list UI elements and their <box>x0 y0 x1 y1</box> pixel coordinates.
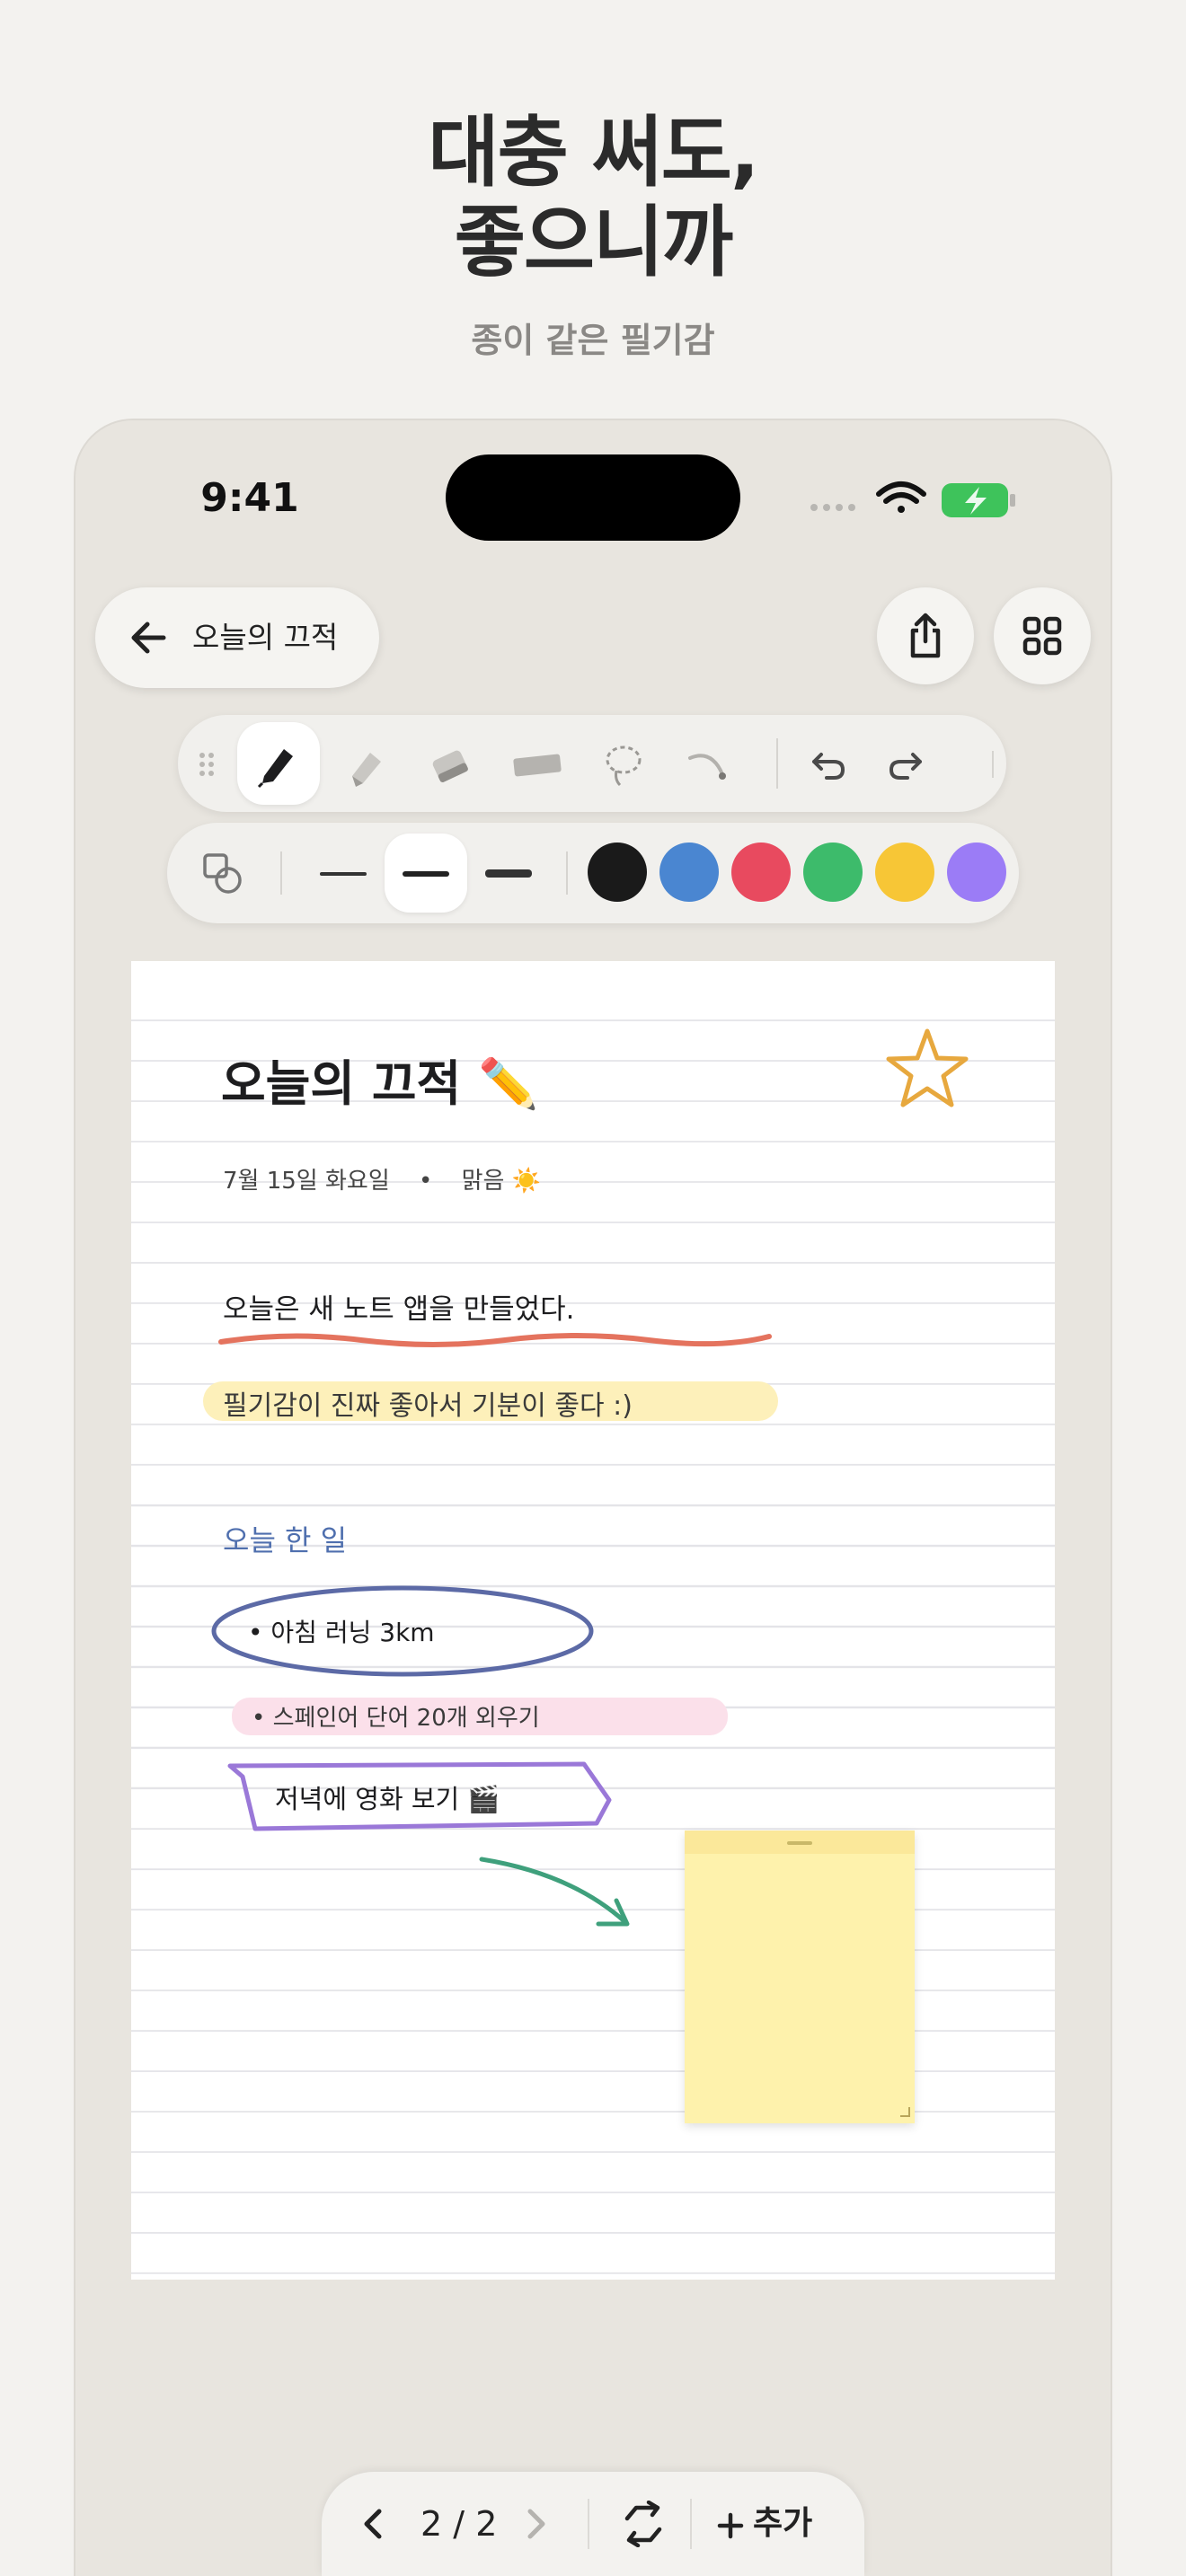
drawing-toolbar <box>178 715 1006 812</box>
current-page: 2 <box>420 2504 443 2544</box>
grid-icon <box>1022 616 1062 656</box>
note-title: 오늘의 끄적 ✏️ <box>221 1044 538 1115</box>
redo-icon[interactable] <box>884 742 927 785</box>
color-swatch[interactable] <box>731 842 791 902</box>
headline-line-2: 좋으니까 <box>454 198 733 287</box>
status-icons <box>810 481 1015 517</box>
todo-1: • 아침 러닝 3km <box>248 1618 435 1647</box>
toolbar-divider-end <box>992 751 994 778</box>
tool-pen[interactable] <box>237 722 320 805</box>
signal-icon <box>810 504 855 511</box>
plus-icon <box>717 2512 744 2539</box>
clapper-emoji: 🎬 <box>467 1784 500 1814</box>
wavy-underline <box>218 1333 772 1347</box>
note-line-2: 필기감이 진짜 좋아서 기분이 좋다 :) <box>223 1390 633 1422</box>
marker-icon <box>352 753 381 787</box>
page-separator: / <box>453 2504 465 2544</box>
battery-icon <box>942 483 1015 517</box>
shapes-icon[interactable] <box>201 851 246 896</box>
arrow-left-icon <box>131 622 166 654</box>
todo-3: 저녁에 영화 보기 🎬 <box>275 1778 500 1816</box>
pencil-emoji: ✏️ <box>478 1055 539 1112</box>
tool-eraser[interactable] <box>410 722 492 805</box>
status-time: 9:41 <box>200 475 299 521</box>
stroke-medium-button[interactable] <box>385 834 467 913</box>
chevron-left-icon[interactable] <box>361 2508 385 2540</box>
page-indicator: 2 / 2 <box>420 2472 497 2576</box>
color-swatch[interactable] <box>659 842 719 902</box>
color-swatch[interactable] <box>875 842 934 902</box>
color-swatch[interactable] <box>588 842 647 902</box>
pen-options-bar <box>167 823 1019 923</box>
todo-2: • 스페인어 단어 20개 외우기 <box>252 1705 540 1732</box>
options-divider <box>280 851 282 895</box>
sticky-note[interactable] <box>685 1831 915 2123</box>
tool-curve[interactable] <box>668 722 751 805</box>
share-icon <box>910 613 941 658</box>
curve-icon <box>688 754 726 780</box>
tape-icon <box>513 754 562 777</box>
add-page-button[interactable]: 추가 <box>717 2472 812 2576</box>
eraser-icon <box>432 750 468 782</box>
sticky-drag-handle[interactable] <box>787 1841 812 1845</box>
tool-lasso[interactable] <box>582 722 665 805</box>
date-separator: • <box>419 1168 433 1195</box>
color-swatch[interactable] <box>947 842 1006 902</box>
total-pages: 2 <box>475 2504 498 2544</box>
drag-handle-icon[interactable] <box>198 751 216 778</box>
back-button-label: 오늘의 끄적 <box>192 620 339 655</box>
promo-headline: 대충 써도, 좋으니까 <box>0 108 1186 287</box>
weather-text: 맑음 <box>461 1168 505 1195</box>
resize-handle-icon[interactable] <box>898 2105 911 2118</box>
arrow-annotation <box>479 1857 630 1927</box>
undo-icon[interactable] <box>807 742 850 785</box>
sync-icon[interactable] <box>618 2501 668 2547</box>
pager-divider-2 <box>690 2499 692 2549</box>
promo-subtitle: 종이 같은 필기감 <box>471 321 715 360</box>
star-icon[interactable] <box>882 1024 972 1114</box>
note-date: 7월 15일 화요일 • 맑음 ☀️ <box>223 1162 541 1195</box>
lasso-icon <box>606 745 642 787</box>
grid-view-button[interactable] <box>994 587 1091 684</box>
pager-divider <box>588 2499 589 2549</box>
note-line-1: 오늘은 새 노트 앱을 만들었다. <box>223 1293 575 1326</box>
dynamic-island <box>446 454 740 541</box>
note-page[interactable]: 오늘의 끄적 ✏️ 7월 15일 화요일 • 맑음 ☀️ 오늘은 새 노트 앱을… <box>131 961 1055 2280</box>
sun-emoji: ☀️ <box>511 1168 542 1195</box>
stroke-thin-button[interactable] <box>302 834 385 913</box>
section-title: 오늘 한 일 <box>223 1523 348 1557</box>
wifi-icon <box>876 481 926 513</box>
tool-tape[interactable] <box>496 722 579 805</box>
pen-icon <box>257 749 293 789</box>
toolbar-divider <box>776 738 778 789</box>
stroke-thick-button[interactable] <box>467 834 550 913</box>
todo-3-text: 저녁에 영화 보기 <box>275 1784 460 1814</box>
tool-marker[interactable] <box>323 722 406 805</box>
date-text: 7월 15일 화요일 <box>223 1168 390 1195</box>
options-divider-2 <box>566 851 568 895</box>
back-button[interactable]: 오늘의 끄적 <box>95 587 379 688</box>
note-title-text: 오늘의 끄적 <box>221 1055 462 1112</box>
add-page-label: 추가 <box>753 2505 813 2542</box>
page-navigation-bar: 2 / 2 추가 <box>322 2472 864 2576</box>
share-button[interactable] <box>877 587 974 684</box>
color-swatch[interactable] <box>803 842 863 902</box>
headline-line-1: 대충 써도, <box>428 108 759 198</box>
chevron-right-icon[interactable] <box>525 2508 548 2540</box>
